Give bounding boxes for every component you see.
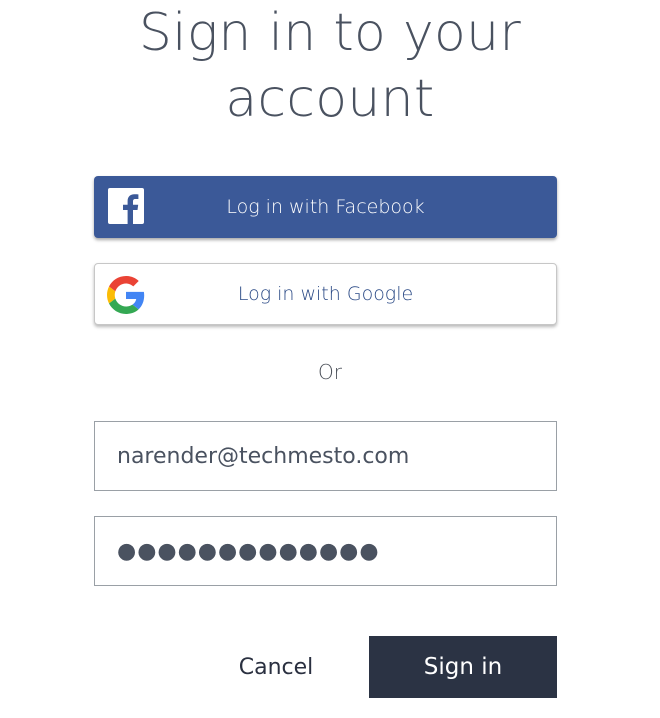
page-title-line-2: account <box>225 69 435 129</box>
facebook-login-button[interactable]: Log in with Facebook <box>94 176 557 238</box>
sign-in-button[interactable]: Sign in <box>369 636 557 698</box>
page-title: Sign in to your account <box>0 0 660 132</box>
facebook-login-label: Log in with Facebook <box>226 196 425 218</box>
google-login-label: Log in with Google <box>237 283 414 305</box>
password-field[interactable] <box>94 516 557 586</box>
google-login-button[interactable]: Log in with Google <box>94 263 557 325</box>
email-field[interactable] <box>94 421 557 491</box>
cancel-button[interactable]: Cancel <box>208 636 344 698</box>
or-divider: Or <box>318 360 342 384</box>
page-title-line-1: Sign in to your <box>138 3 522 63</box>
